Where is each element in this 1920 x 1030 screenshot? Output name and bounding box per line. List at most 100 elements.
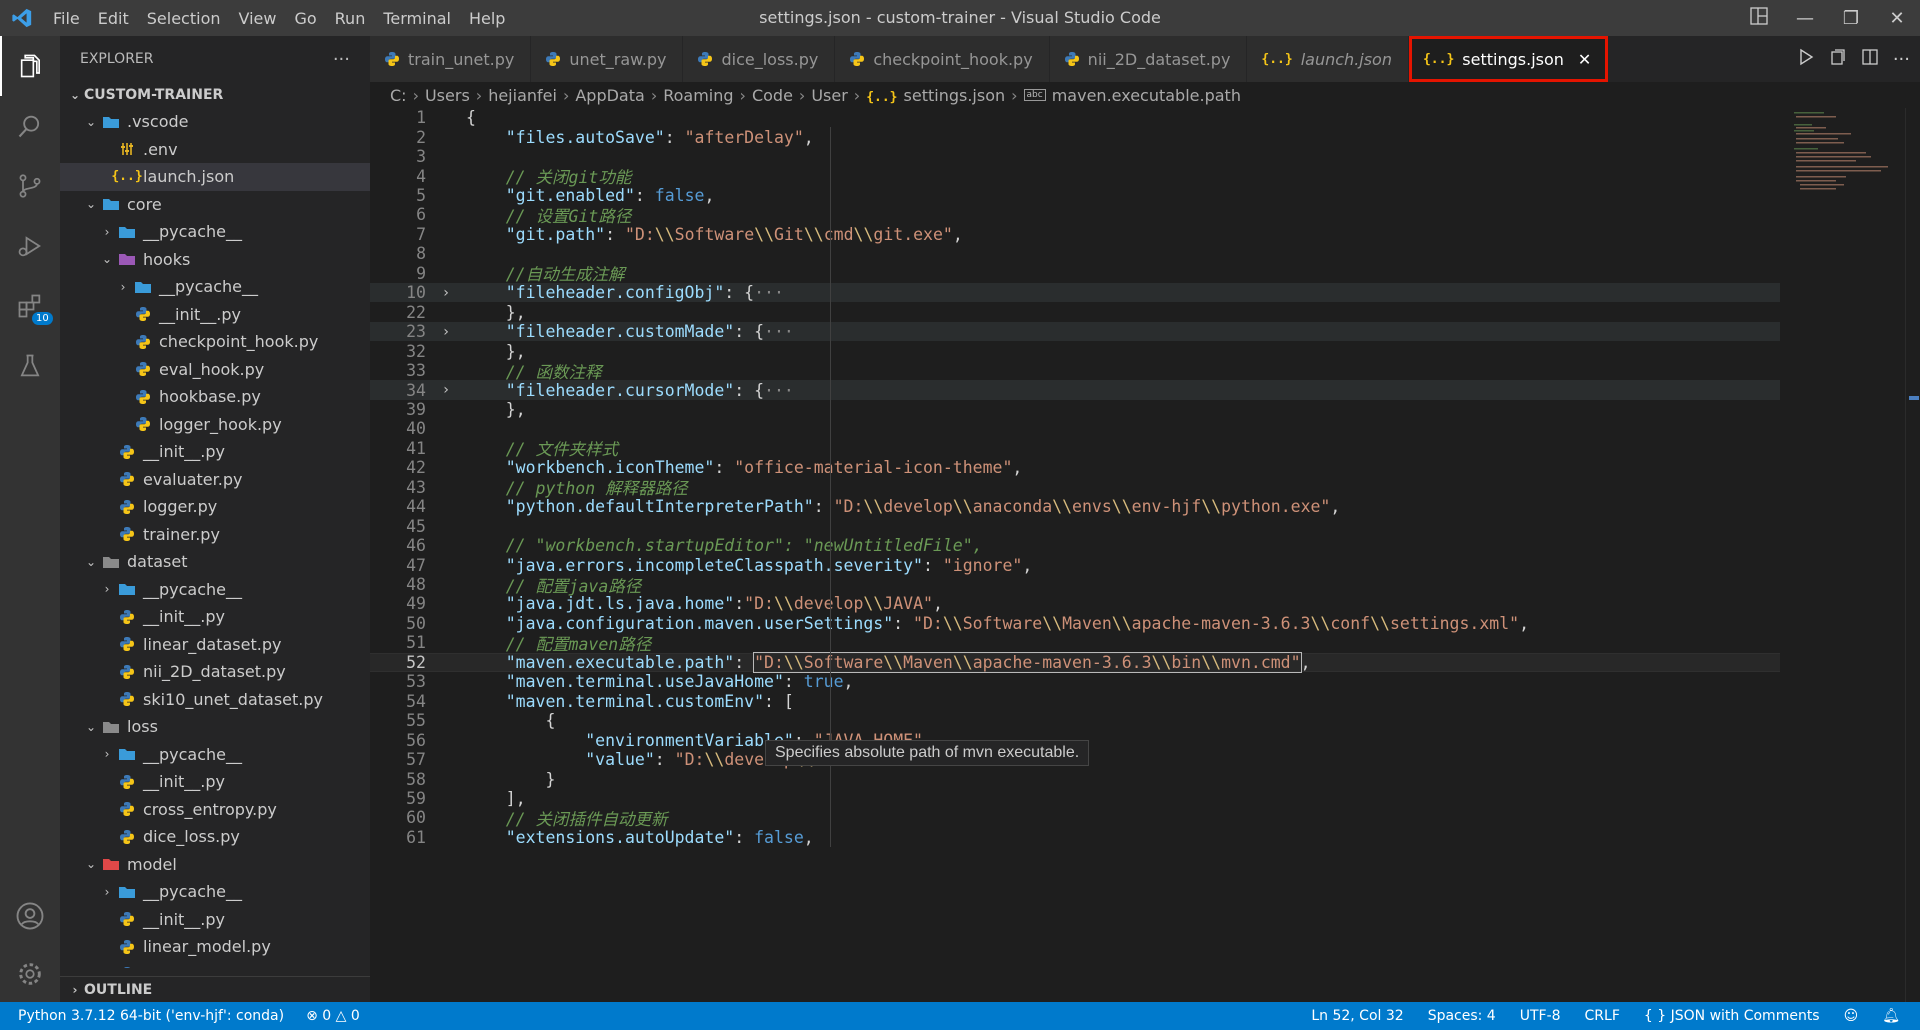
tab-train-unet-py[interactable]: train_unet.py (370, 36, 532, 82)
tree-item[interactable]: linear_model.py (60, 933, 370, 961)
tree-item[interactable]: ⌄ hooks (60, 246, 370, 274)
tree-item[interactable]: › __pycache__ (60, 273, 370, 301)
code-line[interactable]: 60 // 关闭插件自动更新 (370, 808, 1780, 829)
tree-item[interactable]: dice_loss.py (60, 823, 370, 851)
code-line[interactable]: 51 // 配置maven路径 (370, 633, 1780, 654)
tree-item[interactable]: trainer.py (60, 521, 370, 549)
project-root[interactable]: ⌄ CUSTOM-TRAINER (60, 82, 370, 108)
close-tab-icon[interactable]: ✕ (1578, 50, 1591, 69)
code-line[interactable]: 44 "python.defaultInterpreterPath": "D:\… (370, 497, 1780, 516)
menu-edit[interactable]: Edit (89, 9, 138, 28)
code-line[interactable]: 61 "extensions.autoUpdate": false, (370, 828, 1780, 847)
tab-launch-json[interactable]: {..} launch.json (1247, 36, 1409, 82)
tab-checkpoint-hook-py[interactable]: checkpoint_hook.py (835, 36, 1050, 82)
menu-help[interactable]: Help (460, 9, 514, 28)
menu-file[interactable]: File (44, 9, 89, 28)
tree-item[interactable]: › __pycache__ (60, 218, 370, 246)
code-line[interactable]: 41 // 文件夹样式 (370, 439, 1780, 460)
python-interpreter[interactable]: Python 3.7.12 64-bit ('env-hjf': conda) (18, 1008, 284, 1024)
menu-run[interactable]: Run (326, 9, 375, 28)
code-line[interactable]: 4 // 关闭git功能 (370, 166, 1780, 188)
run-debug-icon[interactable] (0, 216, 60, 276)
tree-item[interactable]: evaluater.py (60, 466, 370, 494)
language-mode[interactable]: { } JSON with Comments (1644, 1008, 1820, 1024)
tree-item[interactable]: resnet.py (60, 961, 370, 968)
indentation[interactable]: Spaces: 4 (1428, 1008, 1496, 1024)
tree-item[interactable]: ⌄ dataset (60, 548, 370, 576)
end-of-line[interactable]: CRLF (1585, 1008, 1620, 1024)
menu-terminal[interactable]: Terminal (374, 9, 460, 28)
tree-item[interactable]: nii_2D_dataset.py (60, 658, 370, 686)
minimize-icon[interactable]: — (1782, 8, 1828, 29)
code-line[interactable]: 55 { (370, 711, 1780, 730)
tree-item[interactable]: ⌄ model (60, 851, 370, 879)
tree-item[interactable]: checkpoint_hook.py (60, 328, 370, 356)
search-icon[interactable] (0, 96, 60, 156)
more-editor-actions-icon[interactable]: ··· (1893, 49, 1910, 70)
tree-item[interactable]: › __pycache__ (60, 576, 370, 604)
extensions-icon[interactable]: 10 (0, 276, 60, 336)
code-line[interactable]: 23 › "fileheader.customMade": {··· (370, 321, 1780, 342)
notifications-icon[interactable]: 🔔︎ (1882, 1008, 1900, 1024)
feedback-icon[interactable]: ☺ (1844, 1008, 1859, 1024)
code-line[interactable]: 22 }, (370, 303, 1780, 322)
code-line[interactable]: 2 "files.autoSave": "afterDelay", (370, 127, 1780, 147)
breadcrumb-item[interactable]: User (811, 86, 847, 105)
code-line[interactable]: 7 "git.path": "D:\\Software\\Git\\cmd\\g… (370, 225, 1780, 244)
code-line[interactable]: 45 (370, 516, 1780, 536)
split-editor-icon[interactable] (1861, 48, 1879, 70)
tree-item[interactable]: eval_hook.py (60, 356, 370, 384)
breadcrumb-item[interactable]: settings.json (904, 86, 1006, 105)
breadcrumb-item[interactable]: Users (425, 86, 470, 105)
menu-view[interactable]: View (230, 9, 286, 28)
tree-item[interactable]: __init__.py (60, 301, 370, 329)
problems-indicator[interactable]: ⊗ 0 △ 0 (306, 1008, 360, 1024)
code-line[interactable]: 34 › "fileheader.cursorMode": {··· (370, 380, 1780, 400)
tree-item[interactable]: logger.py (60, 493, 370, 521)
tree-item[interactable]: logger_hook.py (60, 411, 370, 439)
code-editor[interactable]: 1{2 "files.autoSave": "afterDelay", 3 4 //… (370, 108, 1920, 1002)
source-control-icon[interactable] (0, 156, 60, 216)
run-icon[interactable] (1797, 48, 1815, 70)
tree-item[interactable]: ⌄ core (60, 191, 370, 219)
code-line[interactable]: 1{ (370, 108, 1780, 127)
tab-dice-loss-py[interactable]: dice_loss.py (683, 36, 836, 82)
code-line[interactable]: 33 // 函数注释 (370, 361, 1780, 382)
breadcrumb-item[interactable]: AppData (575, 86, 644, 105)
code-line[interactable]: 6 // 设置Git路径 (370, 205, 1780, 226)
minimap[interactable] (1790, 108, 1900, 208)
tree-item[interactable]: __init__.py (60, 906, 370, 934)
testing-icon[interactable] (0, 336, 60, 396)
tree-item[interactable]: ⌄ loss (60, 713, 370, 741)
tree-item[interactable]: __init__.py (60, 768, 370, 796)
fold-chevron-icon[interactable]: › (426, 382, 466, 398)
tree-item[interactable]: __init__.py (60, 438, 370, 466)
close-window-icon[interactable]: ✕ (1874, 8, 1920, 29)
tree-item[interactable]: ski10_unet_dataset.py (60, 686, 370, 714)
breadcrumb-item[interactable]: Code (752, 86, 793, 105)
cursor-position[interactable]: Ln 52, Col 32 (1311, 1008, 1403, 1024)
restore-icon[interactable]: ❐ (1828, 8, 1874, 29)
settings-gear-icon[interactable] (0, 944, 60, 1004)
outline-section[interactable]: › OUTLINE (60, 976, 370, 1002)
fold-chevron-icon[interactable]: › (426, 285, 466, 301)
tree-item[interactable]: hookbase.py (60, 383, 370, 411)
file-encoding[interactable]: UTF-8 (1520, 1008, 1561, 1024)
code-line[interactable]: 9 //自动生成注解 (370, 264, 1780, 285)
tree-item[interactable]: __init__.py (60, 603, 370, 631)
open-changes-icon[interactable] (1829, 48, 1847, 70)
tree-item[interactable]: linear_dataset.py (60, 631, 370, 659)
tree-item[interactable]: .env (60, 136, 370, 164)
explorer-icon[interactable] (0, 36, 60, 96)
tree-item[interactable]: › __pycache__ (60, 741, 370, 769)
code-line[interactable]: 39 }, (370, 400, 1780, 419)
breadcrumb-item[interactable]: maven.executable.path (1052, 86, 1241, 105)
code-line[interactable]: 53 "maven.terminal.useJavaHome": true, (370, 672, 1780, 691)
vertical-scrollbar[interactable] (1905, 108, 1920, 1002)
code-line[interactable]: 48 // 配置java路径 (370, 575, 1780, 596)
tab-settings-json[interactable]: {..} settings.json ✕ (1408, 36, 1609, 82)
code-line[interactable]: 58 } (370, 769, 1780, 789)
tab-nii-2d-dataset-py[interactable]: nii_2D_dataset.py (1049, 36, 1248, 82)
more-actions-icon[interactable]: ··· (333, 49, 350, 70)
code-line[interactable]: 54 "maven.terminal.customEnv": [ (370, 692, 1780, 711)
